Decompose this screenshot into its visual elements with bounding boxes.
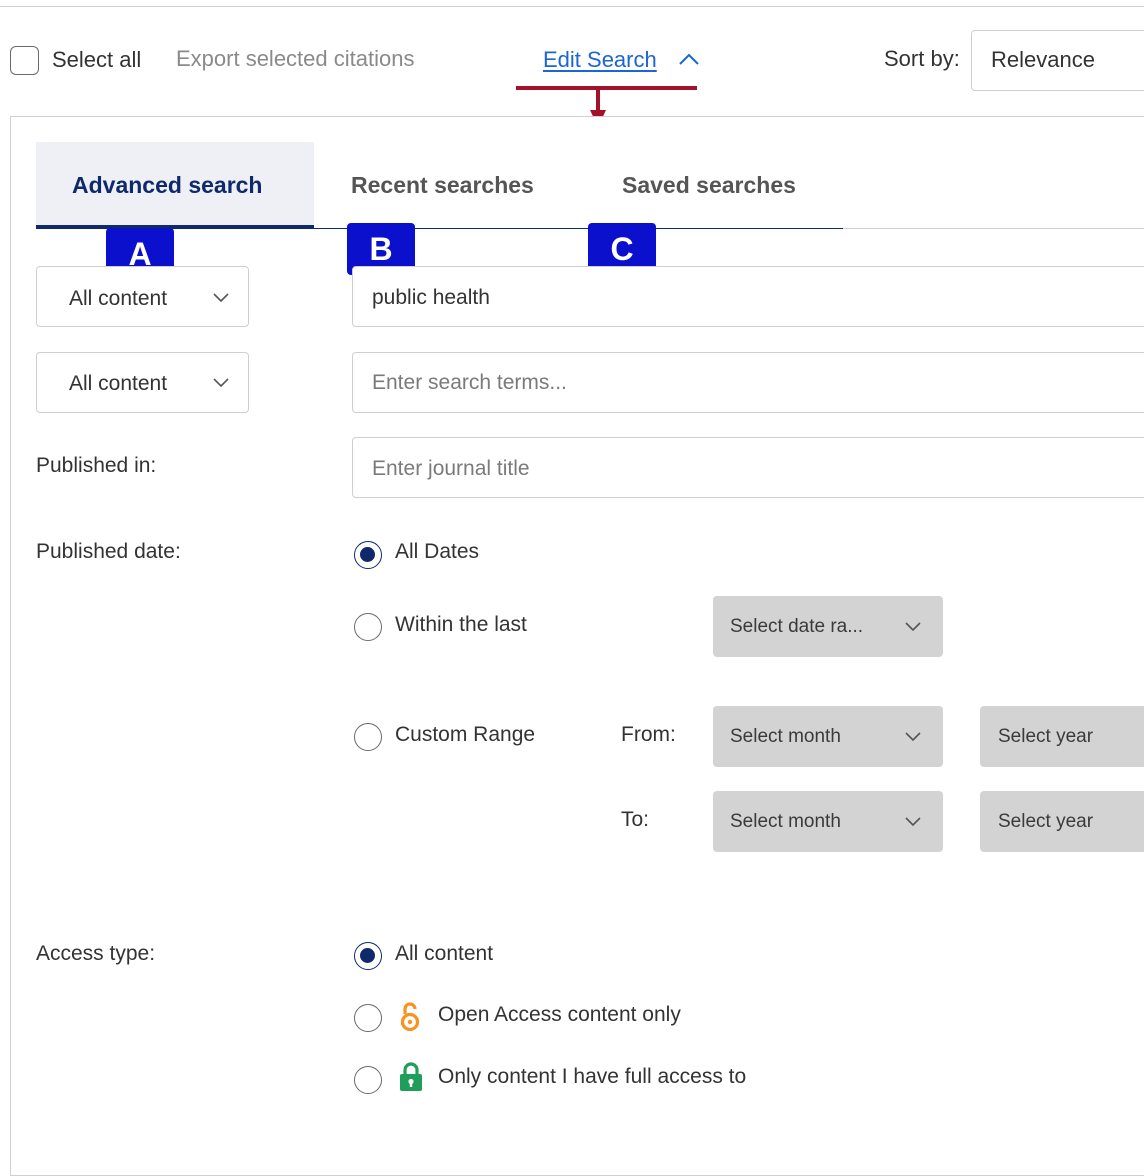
journal-title-placeholder: Enter journal title [372, 457, 530, 480]
chevron-down-icon [213, 378, 229, 388]
to-year-value: Select year [998, 811, 1094, 832]
select-all-label[interactable]: Select all [52, 46, 141, 74]
radio-within-last-label[interactable]: Within the last [395, 611, 527, 639]
radio-full-access-label[interactable]: Only content I have full access to [438, 1063, 746, 1091]
from-year-value: Select year [998, 726, 1094, 747]
edit-search-link[interactable]: Edit Search [543, 46, 657, 74]
field-select-2-value: All content [69, 372, 168, 395]
radio-access-all[interactable] [354, 942, 382, 970]
chevron-down-icon [905, 817, 921, 827]
radio-open-access-label[interactable]: Open Access content only [438, 1001, 681, 1029]
field-select-1-value: All content [69, 287, 168, 310]
open-access-icon [400, 1002, 420, 1032]
radio-all-dates[interactable] [354, 541, 382, 569]
published-in-label: Published in: [36, 454, 157, 477]
radio-within-last[interactable] [354, 613, 382, 641]
radio-all-dates-label[interactable]: All Dates [395, 538, 479, 566]
sort-by-label: Sort by: [884, 46, 960, 71]
search-term-1-value: public health [372, 286, 490, 309]
radio-full-access[interactable] [354, 1066, 382, 1094]
date-range-select-value: Select date ra... [730, 616, 864, 637]
top-divider [0, 6, 1144, 7]
chevron-down-icon [213, 293, 229, 303]
access-type-label: Access type: [36, 942, 156, 965]
to-label: To: [621, 808, 650, 831]
tab-saved-searches[interactable]: Saved searches [622, 170, 796, 200]
published-date-label: Published date: [36, 540, 181, 563]
from-month-value: Select month [730, 726, 841, 747]
from-label: From: [621, 723, 676, 746]
radio-access-all-label[interactable]: All content [395, 940, 493, 968]
annotation-arrow-stem [596, 88, 600, 112]
active-tab-indicator [36, 225, 314, 229]
tab-advanced-search-label[interactable]: Advanced search [72, 170, 262, 200]
select-all-checkbox[interactable] [10, 46, 39, 75]
radio-custom-range-label[interactable]: Custom Range [395, 721, 535, 749]
chevron-down-icon [905, 732, 921, 742]
export-citations-button[interactable]: Export selected citations [176, 45, 414, 73]
tab-divider-gray [843, 228, 1144, 229]
tab-recent-searches[interactable]: Recent searches [351, 170, 534, 200]
annotation-arrow-bar [516, 86, 697, 90]
radio-open-access[interactable] [354, 1004, 382, 1032]
sort-value: Relevance [991, 47, 1095, 72]
search-term-2-placeholder: Enter search terms... [372, 371, 567, 394]
radio-custom-range[interactable] [354, 723, 382, 751]
chevron-up-icon[interactable] [678, 52, 700, 66]
lock-icon [400, 1062, 422, 1091]
chevron-down-icon [905, 622, 921, 632]
to-month-value: Select month [730, 811, 841, 832]
